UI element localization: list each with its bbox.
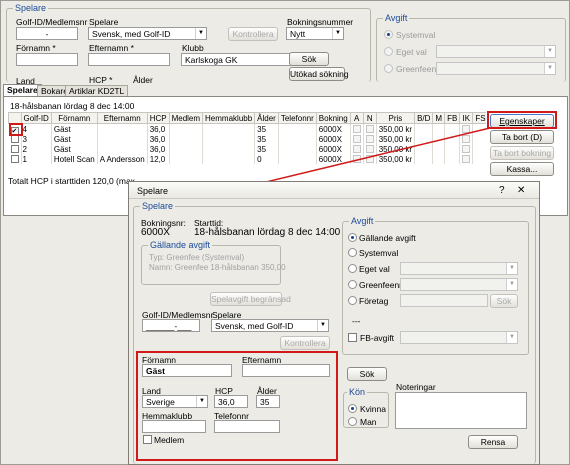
avgift-sok-button[interactable]: Sök: [490, 294, 518, 308]
chevron-down-icon: ▼: [506, 332, 517, 343]
dialog-golf-id-input[interactable]: ______-___: [142, 319, 200, 332]
namn-line: Namn: Greenfee 18-hålsbanan 350,00: [149, 263, 286, 272]
starttid-value: 18-hålsbanan lördag 8 dec 14:00: [194, 227, 341, 238]
avgift-eget-val-select[interactable]: ▼: [400, 262, 518, 275]
avgift-eget-val-radio[interactable]: [348, 264, 357, 273]
gallande-avgift-title: Gällande avgift: [148, 240, 213, 250]
help-icon[interactable]: ?: [499, 185, 505, 196]
avgift-eget-val-label: Eget val: [359, 264, 390, 274]
dialog-spelare-select[interactable]: Svensk, med Golf-ID ▼: [211, 319, 329, 332]
avgift-greenfeenr-label: Greenfeenr: [359, 280, 402, 290]
dialog-title: Spelare: [137, 186, 169, 196]
dialog-sok-button[interactable]: Sök: [347, 367, 387, 381]
avgift-systemval-radio[interactable]: [348, 248, 357, 257]
fb-avgift-label: FB-avgift: [360, 333, 395, 343]
bokningsnr-value: 6000X: [141, 227, 170, 238]
avgift-gallande-label: Gällande avgift: [359, 233, 416, 243]
avgift-foretag-input[interactable]: [400, 294, 488, 307]
dialog-titlebar: Spelare ? ✕: [129, 182, 539, 199]
avgift-gallande-radio[interactable]: [348, 233, 357, 242]
dialog-spelare-value: Svensk, med Golf-ID: [215, 321, 294, 331]
avgift-dash: ---: [352, 316, 361, 326]
man-label: Man: [360, 417, 377, 427]
noteringar-label: Noteringar: [396, 382, 436, 392]
man-radio[interactable]: [348, 417, 357, 426]
avgift-systemval-label: Systemval: [359, 248, 399, 258]
chevron-down-icon: ▼: [317, 320, 328, 331]
rensa-button[interactable]: Rensa: [468, 435, 518, 449]
close-icon[interactable]: ✕: [517, 185, 525, 196]
dialog-kontrollera-button[interactable]: Kontrollera: [280, 336, 330, 350]
chevron-down-icon: ▼: [506, 263, 517, 274]
typ-line: Typ: Greenfee (Systemval): [149, 253, 245, 262]
avgift-foretag-label: Företag: [359, 296, 389, 306]
fb-avgift-select[interactable]: ▼: [400, 331, 518, 344]
kon-title: Kön: [347, 387, 368, 397]
kvinna-radio[interactable]: [348, 404, 357, 413]
fb-avgift-checkbox[interactable]: [348, 333, 357, 342]
spelavgift-begransad-button[interactable]: Spelavgift begränsad: [210, 292, 291, 306]
avgift-greenfeenr-radio[interactable]: [348, 280, 357, 289]
noteringar-textarea[interactable]: [395, 392, 527, 429]
dialog-avgift-title: Avgift: [349, 216, 376, 226]
avgift-foretag-radio[interactable]: [348, 296, 357, 305]
dialog-spelare-group-title: Spelare: [140, 201, 176, 211]
chevron-down-icon: ▼: [506, 279, 517, 290]
avgift-greenfeenr-select[interactable]: ▼: [400, 278, 518, 291]
highlight-form-area: [136, 351, 338, 461]
kvinna-label: Kvinna: [360, 404, 386, 414]
